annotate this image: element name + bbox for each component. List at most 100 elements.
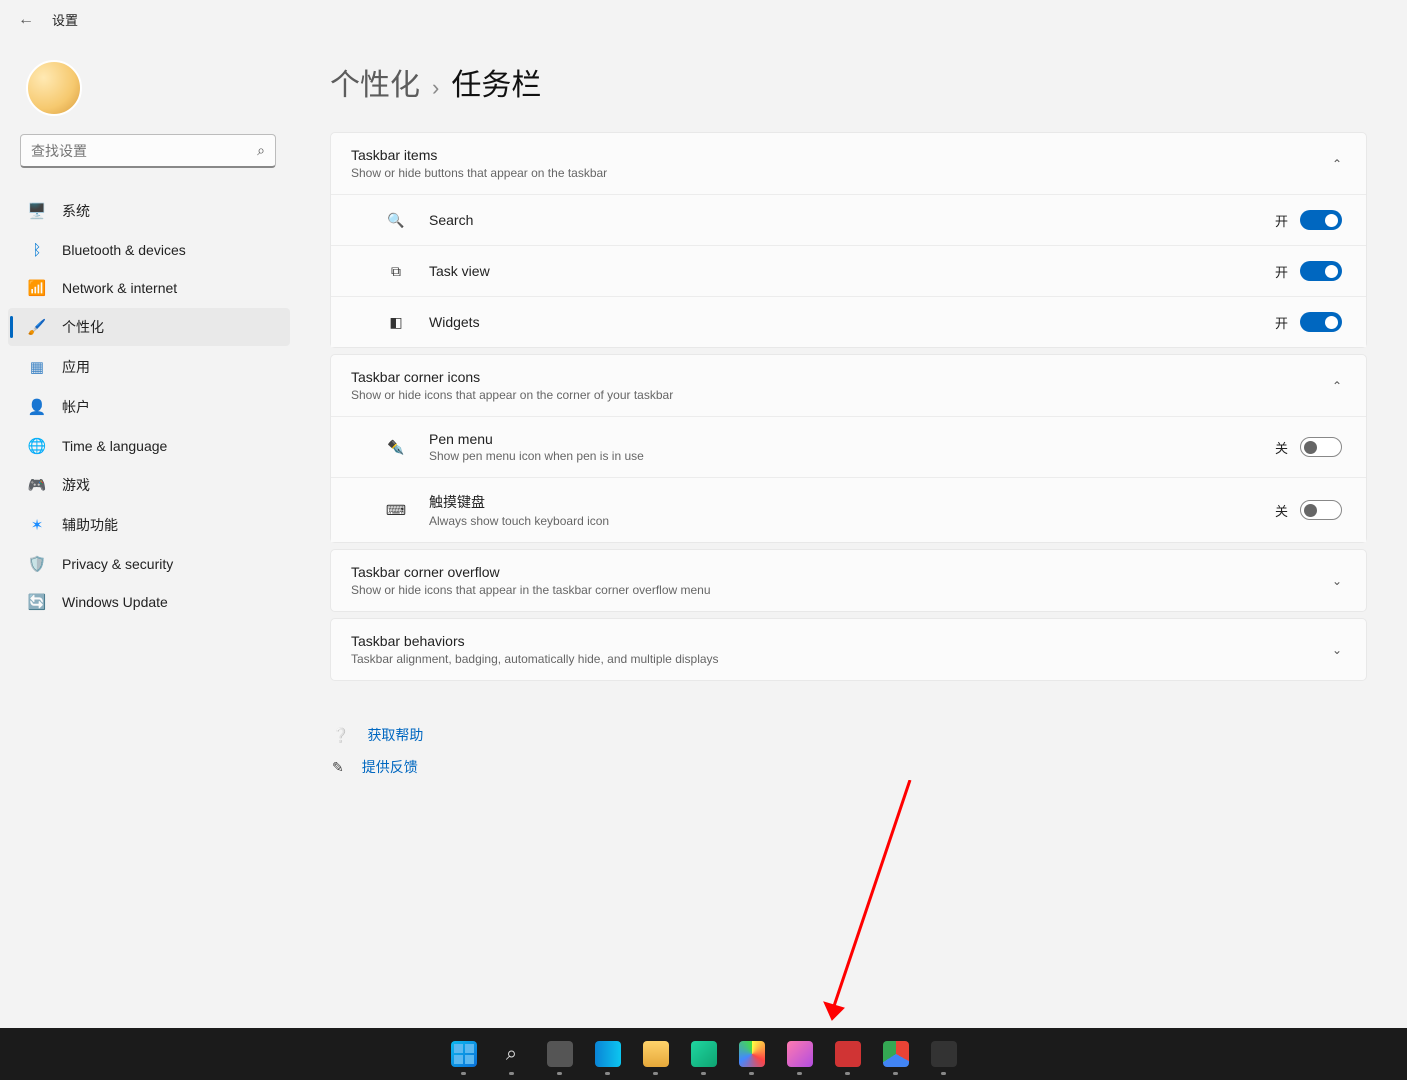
sidebar-item-label: 个性化 bbox=[62, 317, 104, 337]
nav-icon: 👤 bbox=[28, 398, 46, 416]
taskbar-item-chrome[interactable] bbox=[876, 1030, 916, 1078]
setting-row: ✒️ Pen menu Show pen menu icon when pen … bbox=[331, 416, 1366, 477]
section-corner-overflow-header[interactable]: Taskbar corner overflow Show or hide ico… bbox=[331, 550, 1366, 611]
sidebar-item-7[interactable]: 🎮游戏 bbox=[8, 466, 290, 504]
taskbar-indicator bbox=[461, 1072, 466, 1075]
help-label: 获取帮助 bbox=[367, 725, 423, 745]
taskbar-indicator bbox=[509, 1072, 514, 1075]
taskbar-indicator bbox=[797, 1072, 802, 1075]
setting-row: ⌨ 触摸键盘 Always show touch keyboard icon 关 bbox=[331, 477, 1366, 542]
sidebar-item-6[interactable]: 🌐Time & language bbox=[8, 428, 290, 464]
taskbar: ⌕ bbox=[0, 1028, 1407, 1080]
toggle-switch[interactable] bbox=[1300, 500, 1342, 520]
app-icon bbox=[835, 1041, 861, 1067]
sidebar-item-8[interactable]: ✶ 辅助功能 bbox=[8, 506, 290, 544]
section-taskbar-items-header[interactable]: Taskbar items Show or hide buttons that … bbox=[331, 133, 1366, 194]
taskbar-indicator bbox=[557, 1072, 562, 1075]
app-icon bbox=[643, 1041, 669, 1067]
nav-icon: 🖌️ bbox=[28, 318, 46, 336]
avatar[interactable] bbox=[26, 60, 82, 116]
feedback-link[interactable]: ✎ 提供反馈 bbox=[332, 751, 1367, 783]
search-icon: ⌕ bbox=[506, 1043, 517, 1066]
taskbar-item-widgets[interactable] bbox=[588, 1030, 628, 1078]
sidebar-item-0[interactable]: 🖥️ 系统 bbox=[8, 192, 290, 230]
search-input[interactable] bbox=[31, 143, 257, 159]
toggle-switch[interactable] bbox=[1300, 261, 1342, 281]
section-desc: Show or hide buttons that appear on the … bbox=[351, 166, 607, 180]
nav-icon: 🖥️ bbox=[28, 202, 46, 220]
toggle-state-label: 开 bbox=[1275, 313, 1288, 332]
toggle-state-label: 关 bbox=[1275, 501, 1288, 520]
start-icon bbox=[451, 1041, 477, 1067]
sidebar-item-2[interactable]: 📶 Network & internet bbox=[8, 270, 290, 306]
taskbar-item-app-wps[interactable] bbox=[828, 1030, 868, 1078]
chevron-up-icon: ⌃ bbox=[1332, 379, 1342, 393]
section-corner-icons-header[interactable]: Taskbar corner icons Show or hide icons … bbox=[331, 355, 1366, 416]
taskbar-item-app-camera[interactable] bbox=[924, 1030, 964, 1078]
taskbar-item-app-rainbow[interactable] bbox=[732, 1030, 772, 1078]
sidebar-item-10[interactable]: 🔄Windows Update bbox=[8, 584, 290, 620]
back-button[interactable]: ← bbox=[18, 11, 34, 29]
setting-row: 🔍 Search 开 bbox=[331, 194, 1366, 245]
nav-icon: 🔄 bbox=[28, 593, 46, 611]
sidebar-item-label: Network & internet bbox=[62, 280, 177, 296]
sidebar-item-label: 辅助功能 bbox=[62, 515, 118, 535]
row-title: Task view bbox=[429, 263, 1275, 279]
taskbar-item-search[interactable]: ⌕ bbox=[492, 1030, 532, 1078]
sidebar-item-1[interactable]: ᛒ Bluetooth & devices bbox=[8, 232, 290, 268]
sidebar-item-5[interactable]: 👤帐户 bbox=[8, 388, 290, 426]
taskbar-item-explorer[interactable] bbox=[636, 1030, 676, 1078]
section-desc: Show or hide icons that appear on the co… bbox=[351, 388, 673, 402]
sidebar-item-label: 应用 bbox=[62, 357, 90, 377]
taskbar-item-app-paint[interactable] bbox=[780, 1030, 820, 1078]
toggle-switch[interactable] bbox=[1300, 312, 1342, 332]
taskbar-indicator bbox=[749, 1072, 754, 1075]
row-title: 触摸键盘 bbox=[429, 492, 1275, 512]
section-title: Taskbar corner icons bbox=[351, 369, 673, 385]
app-icon bbox=[931, 1041, 957, 1067]
toggle-state-label: 开 bbox=[1275, 262, 1288, 281]
taskbar-indicator bbox=[605, 1072, 610, 1075]
setting-row: ◧ Widgets 开 bbox=[331, 296, 1366, 347]
nav-icon: 🛡️ bbox=[28, 555, 46, 573]
search-icon: ⌕ bbox=[257, 142, 265, 159]
breadcrumb-parent[interactable]: 个性化 bbox=[330, 60, 420, 104]
section-taskbar-behaviors-header[interactable]: Taskbar behaviors Taskbar alignment, bad… bbox=[331, 619, 1366, 680]
taskbar-item-start[interactable] bbox=[444, 1030, 484, 1078]
taskbar-indicator bbox=[893, 1072, 898, 1075]
breadcrumb-current: 任务栏 bbox=[451, 60, 541, 104]
chevron-down-icon: ⌄ bbox=[1332, 643, 1342, 657]
app-icon bbox=[787, 1041, 813, 1067]
sidebar-item-9[interactable]: 🛡️ Privacy & security bbox=[8, 546, 290, 582]
search-box[interactable]: ⌕ bbox=[20, 134, 276, 168]
sidebar-item-3[interactable]: 🖌️ 个性化 bbox=[8, 308, 290, 346]
toggle-switch[interactable] bbox=[1300, 210, 1342, 230]
nav-icon: ✶ bbox=[28, 516, 46, 534]
toggle-switch[interactable] bbox=[1300, 437, 1342, 457]
taskbar-item-app-green[interactable] bbox=[684, 1030, 724, 1078]
app-title: 设置 bbox=[52, 10, 78, 29]
sidebar-item-label: 系统 bbox=[62, 201, 90, 221]
section-corner-icons: Taskbar corner icons Show or hide icons … bbox=[330, 354, 1367, 543]
section-taskbar-behaviors: Taskbar behaviors Taskbar alignment, bad… bbox=[330, 618, 1367, 681]
taskbar-item-taskview[interactable] bbox=[540, 1030, 580, 1078]
setting-row: ⧉ Task view 开 bbox=[331, 245, 1366, 296]
sidebar-item-4[interactable]: ▦应用 bbox=[8, 348, 290, 386]
sidebar-item-label: Privacy & security bbox=[62, 556, 173, 572]
taskbar-indicator bbox=[845, 1072, 850, 1075]
nav-icon: 📶 bbox=[28, 279, 46, 297]
feedback-label: 提供反馈 bbox=[362, 757, 418, 777]
sidebar-item-label: Time & language bbox=[62, 438, 167, 454]
nav-icon: ᛒ bbox=[28, 241, 46, 259]
help-link[interactable]: ❔ 获取帮助 bbox=[332, 719, 1367, 751]
sidebar-item-label: 游戏 bbox=[62, 475, 90, 495]
sidebar-item-label: Bluetooth & devices bbox=[62, 242, 186, 258]
section-desc: Taskbar alignment, badging, automaticall… bbox=[351, 652, 719, 666]
section-title: Taskbar corner overflow bbox=[351, 564, 711, 580]
row-title: Search bbox=[429, 212, 1275, 228]
row-icon: ⌨ bbox=[385, 499, 407, 521]
sidebar: ⌕ 🖥️ 系统 ᛒ Bluetooth & devices 📶 Network & int… bbox=[0, 50, 300, 622]
breadcrumb: 个性化 › 任务栏 bbox=[330, 60, 1367, 104]
taskbar-indicator bbox=[941, 1072, 946, 1075]
row-title: Pen menu bbox=[429, 431, 1275, 447]
